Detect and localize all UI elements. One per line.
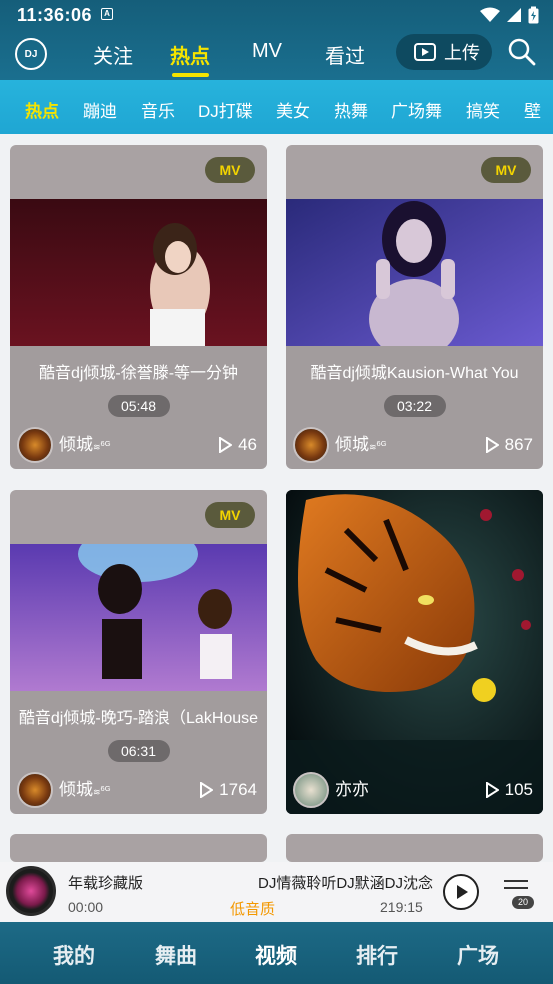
- category-beauty[interactable]: 美女: [276, 97, 310, 122]
- play-count: 867: [485, 435, 533, 455]
- status-bar: 11:36:06 A: [0, 0, 553, 30]
- bottom-tab-square[interactable]: 广场: [457, 940, 499, 970]
- category-square-dance[interactable]: 广场舞: [391, 97, 442, 122]
- author-name[interactable]: 倾城≋6G: [59, 775, 111, 800]
- wifi-icon: [480, 7, 500, 22]
- category-dj[interactable]: DJ打碟: [198, 97, 253, 122]
- play-icon: [200, 782, 214, 798]
- active-tab-indicator: [172, 73, 209, 77]
- play-icon: [485, 437, 499, 453]
- bottom-nav: 我的 舞曲 视频 排行 广场: [0, 922, 553, 984]
- category-disco[interactable]: 蹦迪: [83, 97, 117, 122]
- status-icons: [480, 6, 539, 24]
- video-card[interactable]: MV 酷音dj倾城Kausion-What You 03:22 倾城≋6G 86…: [286, 145, 543, 469]
- play-icon: [457, 885, 468, 899]
- video-title: 酷音dj倾城-徐誉滕-等一分钟: [38, 365, 239, 382]
- video-card[interactable]: MV 酷音dj倾城-晚巧-踏浪（LakHouse 06:31 倾城≋6G 176…: [10, 490, 267, 814]
- category-bar: 热点 蹦迪 音乐 DJ打碟 美女 热舞 广场舞 搞笑 壁: [0, 80, 553, 134]
- play-count: 46: [218, 435, 257, 455]
- quality-toggle[interactable]: 低音质: [230, 898, 275, 919]
- battery-icon: [528, 6, 539, 24]
- network-icon: ≋6G: [93, 439, 111, 452]
- tab-history[interactable]: 看过: [325, 40, 365, 69]
- search-icon[interactable]: [508, 38, 536, 66]
- bottom-tab-rank[interactable]: 排行: [356, 940, 398, 970]
- playlist-count: 20: [512, 896, 534, 909]
- category-funny[interactable]: 搞笑: [466, 97, 500, 122]
- tab-mv[interactable]: MV: [252, 40, 282, 63]
- bottom-tab-mine[interactable]: 我的: [53, 940, 95, 970]
- video-card[interactable]: [10, 834, 267, 862]
- category-dance[interactable]: 热舞: [334, 97, 368, 122]
- video-thumbnail: [10, 544, 267, 691]
- play-icon: [485, 782, 499, 798]
- video-upload-icon: [414, 43, 436, 61]
- play-count: 105: [485, 780, 533, 800]
- current-time: 00:00: [68, 899, 104, 915]
- video-thumbnail: [286, 199, 543, 346]
- video-card[interactable]: 亦亦 105: [286, 490, 543, 814]
- video-card[interactable]: MV 酷音dj倾城-徐誉滕-等一分钟 05:48 倾城≋6G 46: [10, 145, 267, 469]
- author-avatar[interactable]: [17, 427, 53, 463]
- top-header: 11:36:06 A DJ 关注 热点 MV 看过 上传: [0, 0, 553, 80]
- song-title-right[interactable]: DJ情薇聆听DJ默涵DJ沈念: [258, 872, 433, 893]
- category-music[interactable]: 音乐: [141, 97, 175, 122]
- status-time: 11:36:06: [17, 5, 93, 25]
- category-hot[interactable]: 热点: [25, 97, 59, 122]
- tab-follow[interactable]: 关注: [93, 40, 133, 69]
- upload-label: 上传: [444, 43, 480, 63]
- author-avatar[interactable]: [293, 772, 329, 808]
- author-name[interactable]: 倾城≋6G: [335, 430, 387, 455]
- video-duration: 03:22: [383, 395, 446, 417]
- video-title: 酷音dj倾城Kausion-What You: [310, 365, 519, 382]
- bottom-tab-dance[interactable]: 舞曲: [155, 940, 197, 970]
- author-avatar[interactable]: [293, 427, 329, 463]
- video-thumbnail: [286, 490, 543, 814]
- mv-badge: MV: [481, 157, 531, 183]
- song-title-left[interactable]: 年载珍藏版: [68, 872, 143, 893]
- play-count: 1764: [199, 780, 257, 800]
- tab-hot[interactable]: 热点: [170, 40, 210, 69]
- bottom-tab-video[interactable]: 视频: [255, 940, 297, 970]
- mini-player: 年载珍藏版 DJ情薇聆听DJ默涵DJ沈念 00:00 低音质 219:15 20: [0, 862, 553, 922]
- category-wallpaper[interactable]: 壁: [524, 97, 541, 122]
- play-icon: [219, 437, 233, 453]
- upload-button[interactable]: 上传: [396, 34, 492, 70]
- signal-icon: [507, 8, 521, 22]
- playlist-icon[interactable]: [502, 878, 532, 898]
- album-cover[interactable]: [6, 866, 56, 916]
- author-name[interactable]: 亦亦: [335, 775, 369, 800]
- mv-badge: MV: [205, 157, 255, 183]
- video-duration: 05:48: [107, 395, 170, 417]
- video-card[interactable]: [286, 834, 543, 862]
- top-nav: DJ 关注 热点 MV 看过 上传: [0, 30, 553, 80]
- video-duration: 06:31: [107, 740, 170, 762]
- total-time: 219:15: [380, 899, 423, 915]
- author-avatar[interactable]: [17, 772, 53, 808]
- notification-icon: A: [101, 8, 113, 20]
- video-title: 酷音dj倾城-晚巧-踏浪（LakHouse: [18, 710, 259, 727]
- network-icon: ≋6G: [93, 784, 111, 797]
- mv-badge: MV: [205, 502, 255, 528]
- dj-logo[interactable]: DJ: [15, 38, 47, 70]
- play-button[interactable]: [443, 874, 479, 910]
- author-name[interactable]: 倾城≋6G: [59, 430, 111, 455]
- video-thumbnail: [10, 199, 267, 346]
- network-icon: ≋6G: [369, 439, 387, 452]
